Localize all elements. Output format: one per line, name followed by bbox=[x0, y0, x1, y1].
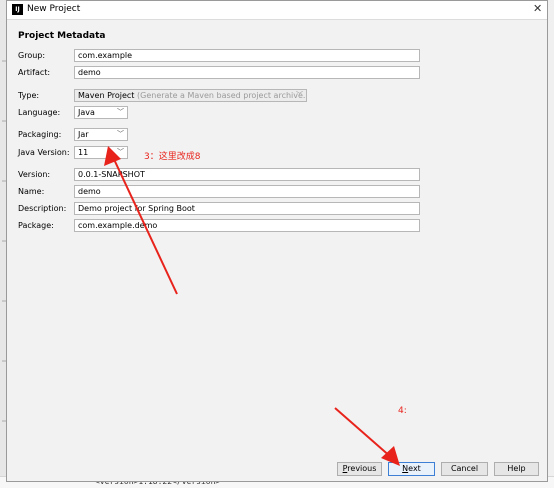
arrow-to-next-button bbox=[334, 407, 393, 459]
arrowhead-java-version bbox=[104, 146, 121, 166]
annotation-arrows bbox=[104, 146, 400, 466]
arrowhead-next-button bbox=[381, 446, 400, 466]
arrow-to-java-version bbox=[111, 154, 178, 295]
